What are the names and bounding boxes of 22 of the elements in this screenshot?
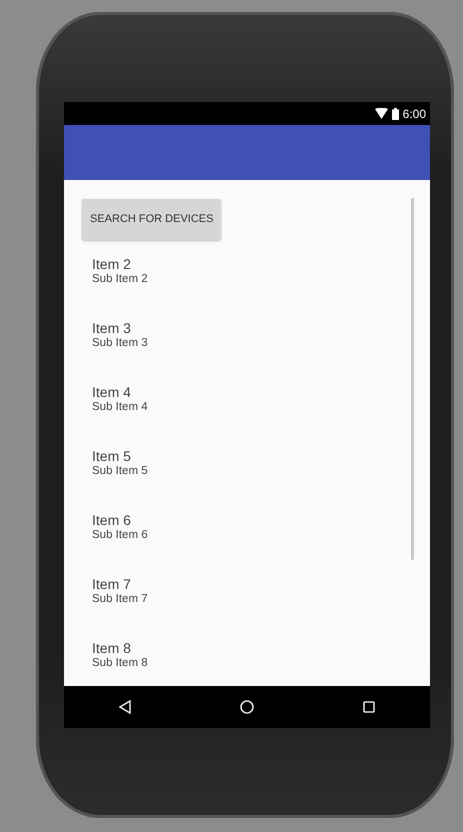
item-title: Item 2: [92, 256, 132, 272]
item-title: Item 5: [92, 448, 132, 464]
item-subtitle: Sub Item 2: [92, 272, 149, 286]
recents-icon[interactable]: [363, 701, 376, 713]
item-title: Item 8: [92, 640, 132, 656]
item-title: Item 7: [92, 576, 132, 592]
back-icon[interactable]: [118, 700, 131, 714]
wifi-icon: [374, 108, 388, 119]
item-subtitle: Sub Item 3: [92, 336, 149, 350]
item-subtitle: Sub Item 4: [92, 400, 149, 414]
battery-icon: [392, 108, 399, 120]
item-title: Item 6: [92, 512, 132, 528]
item-subtitle: Sub Item 7: [92, 592, 149, 606]
item-subtitle: Sub Item 8: [92, 656, 149, 670]
home-icon[interactable]: [240, 700, 254, 714]
item-title: Item 3: [92, 320, 132, 336]
scrollbar[interactable]: [411, 198, 414, 560]
item-title: Item 4: [92, 384, 132, 400]
item-subtitle: Sub Item 5: [92, 464, 149, 478]
item-subtitle: Sub Item 6: [92, 528, 149, 542]
status-time: 6:00: [402, 106, 426, 122]
search-button[interactable]: SEARCH FOR DEVICES: [82, 199, 222, 240]
